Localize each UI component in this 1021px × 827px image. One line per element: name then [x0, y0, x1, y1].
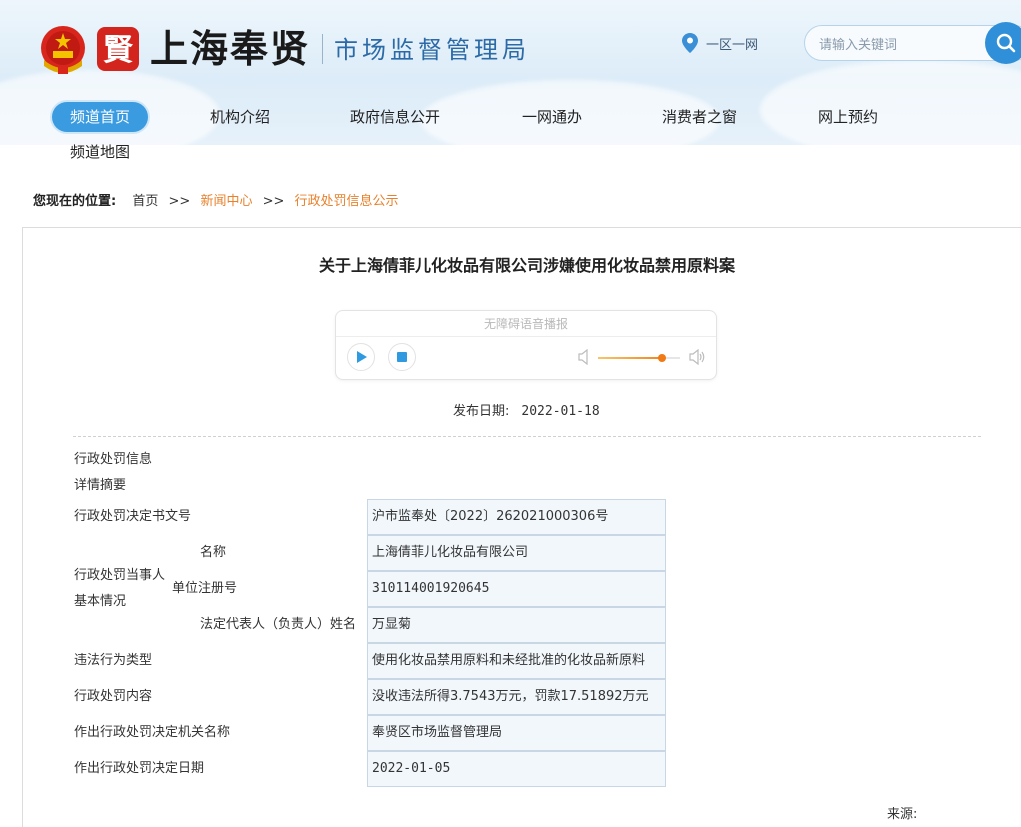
- breadcrumb-lead: 您现在的位置:: [33, 194, 117, 209]
- fengxian-seal-icon: 賢: [97, 27, 139, 71]
- brand-divider: [322, 34, 323, 64]
- header-cloud: [760, 60, 1021, 145]
- site-brand-subtitle: 市场监督管理局: [334, 36, 530, 64]
- breadcrumb-current[interactable]: 行政处罚信息公示: [295, 194, 399, 209]
- publish-date: 发布日期: 2022-01-18: [453, 400, 600, 419]
- authority-label: 作出行政处罚决定机关名称: [74, 725, 231, 740]
- breadcrumb-separator: >>: [262, 194, 285, 209]
- nav-item-home[interactable]: 频道首页: [52, 102, 149, 132]
- nav-item-gov-info[interactable]: 政府信息公开: [350, 102, 440, 132]
- penalty-content-value: 没收违法所得3.7543万元，罚款17.51892万元: [367, 679, 666, 715]
- stop-button[interactable]: [388, 343, 416, 371]
- location-pin-icon: [682, 33, 698, 53]
- breadcrumb-home[interactable]: 首页: [132, 194, 158, 209]
- audio-player-divider: [336, 336, 716, 337]
- violation-type-value: 使用化妆品禁用原料和未经批准的化妆品新原料: [367, 643, 666, 679]
- registration-number-value: 310114001920645: [367, 571, 666, 607]
- legal-representative-label: 法定代表人（负责人）姓名: [200, 617, 357, 632]
- volume-low-icon[interactable]: [578, 349, 592, 365]
- publish-date-label: 发布日期:: [453, 404, 510, 419]
- legal-representative-value: 万显菊: [367, 607, 666, 643]
- breadcrumb-separator: >>: [168, 194, 191, 209]
- penalty-content-label: 行政处罚内容: [74, 689, 153, 704]
- source-label: 来源:: [887, 807, 918, 822]
- section-subheading: 详情摘要: [74, 478, 127, 493]
- decision-date-label: 作出行政处罚决定日期: [74, 761, 205, 776]
- nav-item-about[interactable]: 机构介绍: [210, 102, 270, 132]
- volume-slider-handle[interactable]: [658, 354, 666, 362]
- registration-number-label: 单位注册号: [172, 581, 238, 596]
- search-input[interactable]: [817, 34, 981, 56]
- article-title: 关于上海倩菲儿化妆品有限公司涉嫌使用化妆品禁用原料案: [318, 256, 735, 275]
- violation-type-label: 违法行为类型: [74, 653, 153, 668]
- site-brand-name: 上海奉贤: [150, 26, 311, 71]
- search-icon: [996, 33, 1016, 53]
- doc-number-value: 沪市监奉处〔2022〕262021000306号: [367, 499, 666, 535]
- nav-item-one-net[interactable]: 一网通办: [522, 102, 582, 132]
- region-link[interactable]: 一区一网: [682, 32, 758, 54]
- audio-player-label: 无障碍语音播报: [483, 317, 568, 331]
- authority-value: 奉贤区市场监督管理局: [367, 715, 666, 751]
- breadcrumb-news[interactable]: 新闻中心: [200, 194, 252, 209]
- region-label: 一区一网: [706, 37, 759, 53]
- breadcrumb: 您现在的位置: 首页 >> 新闻中心 >> 行政处罚信息公示: [33, 193, 399, 211]
- party-label-line2: 基本情况: [74, 594, 127, 609]
- doc-number-label: 行政处罚决定书文号: [74, 509, 192, 524]
- play-icon: [357, 351, 367, 363]
- nav-item-sitemap[interactable]: 频道地图: [70, 137, 130, 167]
- party-label: 行政处罚当事人: [74, 568, 166, 583]
- decision-date-value: 2022-01-05: [367, 751, 666, 787]
- nav-item-consumer[interactable]: 消费者之窗: [662, 102, 737, 132]
- party-name-label: 名称: [200, 545, 227, 560]
- search-button[interactable]: [985, 22, 1021, 64]
- volume-slider-fill: [598, 357, 662, 359]
- dashed-divider: [73, 436, 981, 437]
- volume-high-icon[interactable]: [689, 349, 705, 365]
- publish-date-value: 2022-01-18: [521, 404, 600, 419]
- national-emblem-icon: [41, 26, 85, 74]
- nav-item-appointment[interactable]: 网上预约: [818, 102, 878, 132]
- svg-text:賢: 賢: [103, 33, 134, 68]
- play-button[interactable]: [347, 343, 375, 371]
- party-name-value: 上海倩菲儿化妆品有限公司: [367, 535, 666, 571]
- audio-player: 无障碍语音播报: [335, 310, 717, 380]
- stop-icon: [397, 352, 407, 362]
- section-heading: 行政处罚信息: [74, 452, 153, 467]
